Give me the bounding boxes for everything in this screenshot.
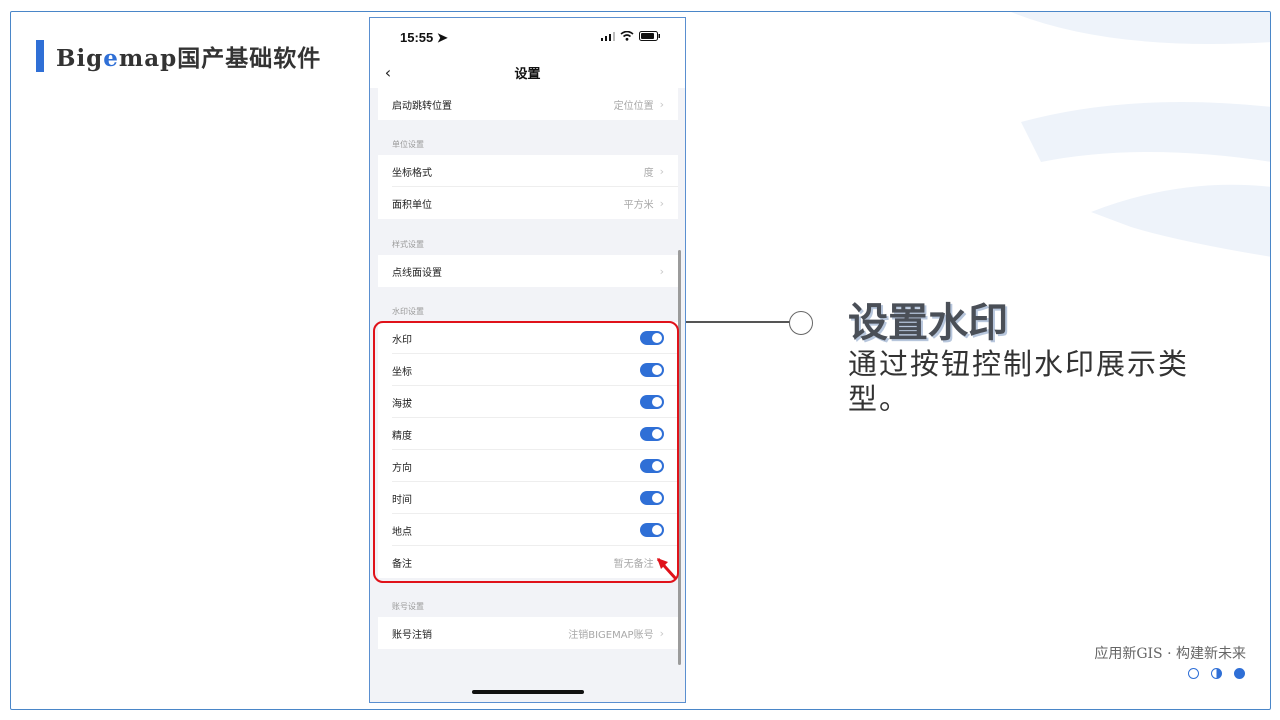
callout-title: 设置水印	[848, 300, 1008, 346]
status-bar: 15:55 ➤	[370, 18, 685, 58]
dot-half	[1211, 668, 1222, 679]
location-arrow-icon: ➤	[436, 30, 448, 45]
dot-full	[1234, 668, 1245, 679]
row-label: 备注	[392, 558, 412, 570]
brand-part-1: Big	[56, 45, 104, 72]
status-time-text: 15:55	[400, 30, 434, 45]
footer-slogan: 应用新GIS · 构建新未来	[1094, 646, 1246, 662]
row-value: 度	[643, 167, 654, 179]
brand-header: Bigemap国产基础软件	[36, 40, 321, 72]
wifi-icon	[620, 31, 634, 41]
section-label-unit: 单位设置	[392, 140, 424, 149]
chevron-right-icon: ›	[659, 97, 664, 111]
settings-row-point-line-polygon[interactable]: 点线面设置 ›	[378, 255, 678, 287]
callout-connector-line	[686, 321, 790, 323]
settings-row-area-unit[interactable]: 面积单位 平方米 ›	[378, 187, 678, 219]
row-label: 水印	[392, 334, 412, 346]
signal-icon	[601, 31, 615, 41]
dot-empty	[1188, 668, 1199, 679]
location-toggle[interactable]	[640, 523, 664, 537]
status-time: 15:55 ➤	[400, 30, 448, 46]
row-label: 海拔	[392, 398, 412, 410]
time-toggle[interactable]	[640, 491, 664, 505]
row-value: 定位位置	[613, 100, 654, 112]
settings-row-accuracy: 精度	[378, 418, 678, 450]
settings-row-account-cancel[interactable]: 账号注销 注销BIGEMAP账号 ›	[378, 617, 678, 649]
page-title: 设置	[514, 67, 541, 82]
section-label-account: 账号设置	[392, 602, 424, 611]
row-label: 点线面设置	[392, 267, 442, 279]
battery-icon	[639, 31, 660, 41]
row-label: 坐标	[392, 366, 412, 378]
altitude-toggle[interactable]	[640, 395, 664, 409]
settings-row-note[interactable]: 备注 暂无备注 ›	[378, 546, 678, 578]
chevron-right-icon: ›	[659, 164, 664, 178]
callout-description: 通过按钮控制水印展示类型。	[848, 347, 1190, 416]
pointer-arrow-icon	[656, 557, 678, 581]
settings-row-time: 时间	[378, 482, 678, 514]
settings-row-direction: 方向	[378, 450, 678, 482]
row-label: 方向	[392, 462, 412, 474]
nav-bar: ‹ 设置	[370, 58, 685, 88]
row-label: 启动跳转位置	[392, 100, 452, 112]
brand-part-2: e	[103, 45, 119, 72]
accuracy-toggle[interactable]	[640, 427, 664, 441]
chevron-right-icon: ›	[659, 196, 664, 210]
section-label-watermark: 水印设置	[392, 307, 424, 316]
settings-row-altitude: 海拔	[378, 386, 678, 418]
settings-row-coordinate-format[interactable]: 坐标格式 度 ›	[378, 155, 678, 187]
row-label: 地点	[392, 526, 412, 538]
settings-row-launch-location[interactable]: 启动跳转位置 定位位置 ›	[378, 88, 678, 120]
brand-title: Bigemap国产基础软件	[56, 39, 321, 73]
settings-row-watermark: 水印	[378, 322, 678, 354]
watermark-toggle[interactable]	[640, 331, 664, 345]
phone-screenshot: 15:55 ➤ ‹ 设置 启动跳转位置 定位位置 › 单位设置 坐标格式 度 ›…	[369, 17, 686, 703]
row-value: 暂无备注	[613, 558, 654, 570]
row-label: 面积单位	[392, 199, 432, 211]
row-label: 坐标格式	[392, 167, 432, 179]
direction-toggle[interactable]	[640, 459, 664, 473]
row-value: 平方米	[623, 199, 654, 211]
brand-accent-bar	[36, 40, 44, 72]
home-indicator[interactable]	[472, 690, 584, 694]
row-value: 注销BIGEMAP账号	[568, 629, 654, 641]
row-label: 精度	[392, 430, 412, 442]
chevron-right-icon: ›	[659, 264, 664, 278]
page-dots	[1188, 668, 1245, 679]
chevron-right-icon: ›	[659, 626, 664, 640]
coordinate-toggle[interactable]	[640, 363, 664, 377]
row-label: 账号注销	[392, 629, 432, 641]
scrollbar[interactable]	[678, 250, 681, 665]
callout-marker	[789, 311, 813, 335]
status-icons	[601, 31, 661, 41]
settings-row-coordinate: 坐标	[378, 354, 678, 386]
settings-row-location: 地点	[378, 514, 678, 546]
section-label-style: 样式设置	[392, 240, 424, 249]
row-label: 时间	[392, 494, 412, 506]
brand-part-3: map国产基础软件	[118, 45, 322, 72]
